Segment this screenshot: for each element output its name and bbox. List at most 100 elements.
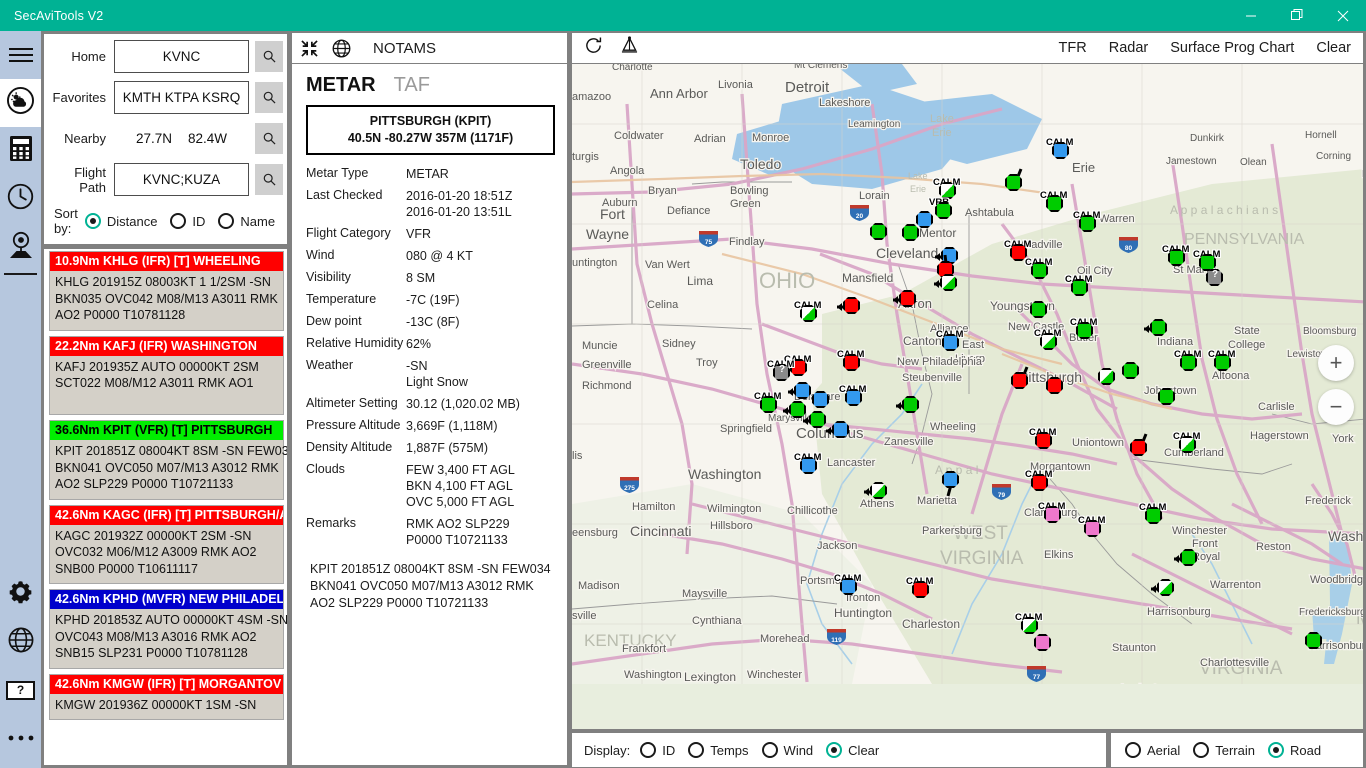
weather-station-marker[interactable]	[1040, 333, 1057, 350]
sort-radio-id[interactable]	[170, 213, 187, 229]
weather-station-marker[interactable]	[1145, 507, 1162, 524]
weather-station-marker[interactable]	[1305, 632, 1322, 649]
metar-line: AO2 SLP229 P0000 T10721133	[55, 477, 234, 491]
refresh-icon[interactable]	[584, 36, 603, 60]
sidebar-item-settings[interactable]	[0, 570, 41, 618]
sort-radio-name[interactable]	[218, 213, 235, 229]
list-item[interactable]: 42.6Nm KMGW (IFR) [T] MORGANTOV KMGW 2019…	[49, 673, 284, 720]
sidebar-item-time[interactable]	[0, 175, 41, 223]
home-input[interactable]: KVNC	[114, 40, 249, 73]
display-radio-clear[interactable]	[826, 742, 843, 758]
sidebar-item-calculator[interactable]	[0, 127, 41, 175]
weather-station-marker[interactable]	[899, 290, 916, 307]
display-radio-temps[interactable]	[688, 742, 705, 758]
weather-station-marker[interactable]	[1084, 520, 1101, 537]
weather-station-marker[interactable]	[1030, 301, 1047, 318]
nearby-label: Nearby	[64, 131, 106, 146]
sidebar-item-location[interactable]	[0, 223, 41, 271]
map-zoom-in-button[interactable]: +	[1318, 345, 1354, 381]
weather-station-marker[interactable]	[812, 391, 829, 408]
weather-station-marker[interactable]	[1098, 368, 1115, 385]
weather-station-marker[interactable]	[870, 482, 887, 499]
weather-station-marker[interactable]	[843, 297, 860, 314]
hamburger-icon[interactable]	[0, 31, 41, 79]
weather-station-marker[interactable]	[794, 382, 811, 399]
map-canvas[interactable]: 75 80 20 275 79 119 77 OHIO PENNSYLVANIA W…	[571, 64, 1364, 730]
sort-label-distance: Distance	[106, 213, 158, 229]
weather-station-marker[interactable]	[1031, 262, 1048, 279]
layer-radio-road[interactable]	[1268, 742, 1284, 758]
weather-station-marker[interactable]	[1035, 432, 1052, 449]
surface-prog-chart-button[interactable]: Surface Prog Chart	[1170, 40, 1294, 56]
weather-station-marker[interactable]	[1076, 322, 1093, 339]
display-radio-wind[interactable]	[761, 742, 778, 758]
measure-pin-icon[interactable]	[621, 36, 638, 60]
close-icon[interactable]	[1320, 0, 1366, 31]
weather-station-marker[interactable]	[1199, 254, 1216, 271]
weather-station-marker[interactable]	[902, 396, 919, 413]
metar-field-row: Density Altitude 1,887F (575M)	[292, 437, 567, 459]
nearby-search-button[interactable]	[255, 123, 283, 154]
weather-station-marker[interactable]	[1168, 249, 1185, 266]
weather-station-marker[interactable]	[1157, 579, 1174, 596]
weather-station-marker[interactable]	[1005, 174, 1022, 191]
flight-path-input[interactable]: KVNC;KUZA	[114, 163, 249, 196]
flight-path-search-button[interactable]	[255, 164, 283, 195]
weather-station-marker[interactable]	[1158, 388, 1175, 405]
weather-station-marker[interactable]	[1031, 474, 1048, 491]
weather-station-marker[interactable]	[1079, 215, 1096, 232]
radar-button[interactable]: Radar	[1109, 40, 1149, 56]
weather-station-marker[interactable]	[1034, 634, 1051, 651]
weather-station-marker[interactable]	[832, 421, 849, 438]
weather-station-marker[interactable]	[809, 411, 826, 428]
list-item[interactable]: 42.6Nm KPHD (MVFR) NEW PHILADELI KPHD 201…	[49, 589, 287, 669]
weather-station-marker[interactable]	[789, 401, 806, 418]
list-item[interactable]: 22.2Nm KAFJ (IFR) WASHINGTON KAFJ 201935Z…	[49, 335, 284, 415]
weather-station-marker[interactable]	[1214, 354, 1231, 371]
minimize-icon[interactable]	[1228, 0, 1274, 31]
layer-radio-aerial[interactable]	[1125, 742, 1141, 758]
map-zoom-out-button[interactable]: −	[1318, 389, 1354, 425]
sidebar-item-weather[interactable]	[0, 79, 41, 127]
sort-by-label: Sort by:	[54, 206, 78, 236]
layer-radio-terrain[interactable]	[1193, 742, 1210, 758]
clear-button[interactable]: Clear	[1316, 40, 1351, 56]
sidebar-item-help[interactable]: ?	[0, 666, 41, 714]
sidebar-item-more[interactable]	[0, 714, 41, 762]
weather-station-marker[interactable]: ?	[1206, 269, 1223, 286]
airport-list[interactable]: 10.9Nm KHLG (IFR) [T] WHEELING KHLG 20191…	[43, 248, 288, 766]
weather-station-marker[interactable]	[942, 471, 959, 488]
weather-station-marker[interactable]	[916, 211, 933, 228]
list-item[interactable]: 10.9Nm KHLG (IFR) [T] WHEELING KHLG 20191…	[49, 251, 284, 331]
weather-station-marker[interactable]	[1130, 439, 1147, 456]
weather-station-marker[interactable]	[1011, 372, 1028, 389]
favorites-input[interactable]: KMTH KTPA KSRQ	[114, 81, 249, 114]
favorites-search-button[interactable]	[255, 82, 283, 113]
globe-icon[interactable]	[332, 39, 351, 58]
weather-station-marker[interactable]	[1071, 279, 1088, 296]
sidebar-item-web[interactable]	[0, 618, 41, 666]
collapse-arrows-icon[interactable]	[301, 39, 318, 57]
weather-station-marker[interactable]	[1179, 436, 1196, 453]
list-item[interactable]: 42.6Nm KAGC (IFR) [T] PITTSBURGH/A KAGC 2…	[49, 504, 284, 584]
weather-station-marker[interactable]	[1046, 195, 1063, 212]
tab-metar[interactable]: METAR	[306, 74, 376, 97]
weather-station-marker[interactable]	[1122, 362, 1139, 379]
weather-station-marker[interactable]	[1180, 549, 1197, 566]
weather-station-marker[interactable]	[902, 224, 919, 241]
home-search-button[interactable]	[255, 41, 283, 72]
metar-field-row: Wind 080 @ 4 KT	[292, 245, 567, 267]
list-item[interactable]: 36.6Nm KPIT (VFR) [T] PITTSBURGH KPIT 201…	[49, 420, 287, 500]
notams-label[interactable]: NOTAMS	[373, 40, 436, 57]
weather-station-marker[interactable]	[1046, 377, 1063, 394]
weather-station-marker[interactable]	[1052, 142, 1069, 159]
tab-taf[interactable]: TAF	[394, 74, 430, 97]
display-radio-id[interactable]	[640, 742, 657, 758]
weather-station-marker[interactable]	[1044, 506, 1061, 523]
restore-icon[interactable]	[1274, 0, 1320, 31]
weather-station-marker[interactable]	[1150, 319, 1167, 336]
weather-station-marker[interactable]	[870, 223, 887, 240]
tfr-button[interactable]: TFR	[1059, 40, 1087, 56]
sort-radio-distance[interactable]	[84, 213, 101, 229]
weather-station-marker[interactable]	[1180, 354, 1197, 371]
